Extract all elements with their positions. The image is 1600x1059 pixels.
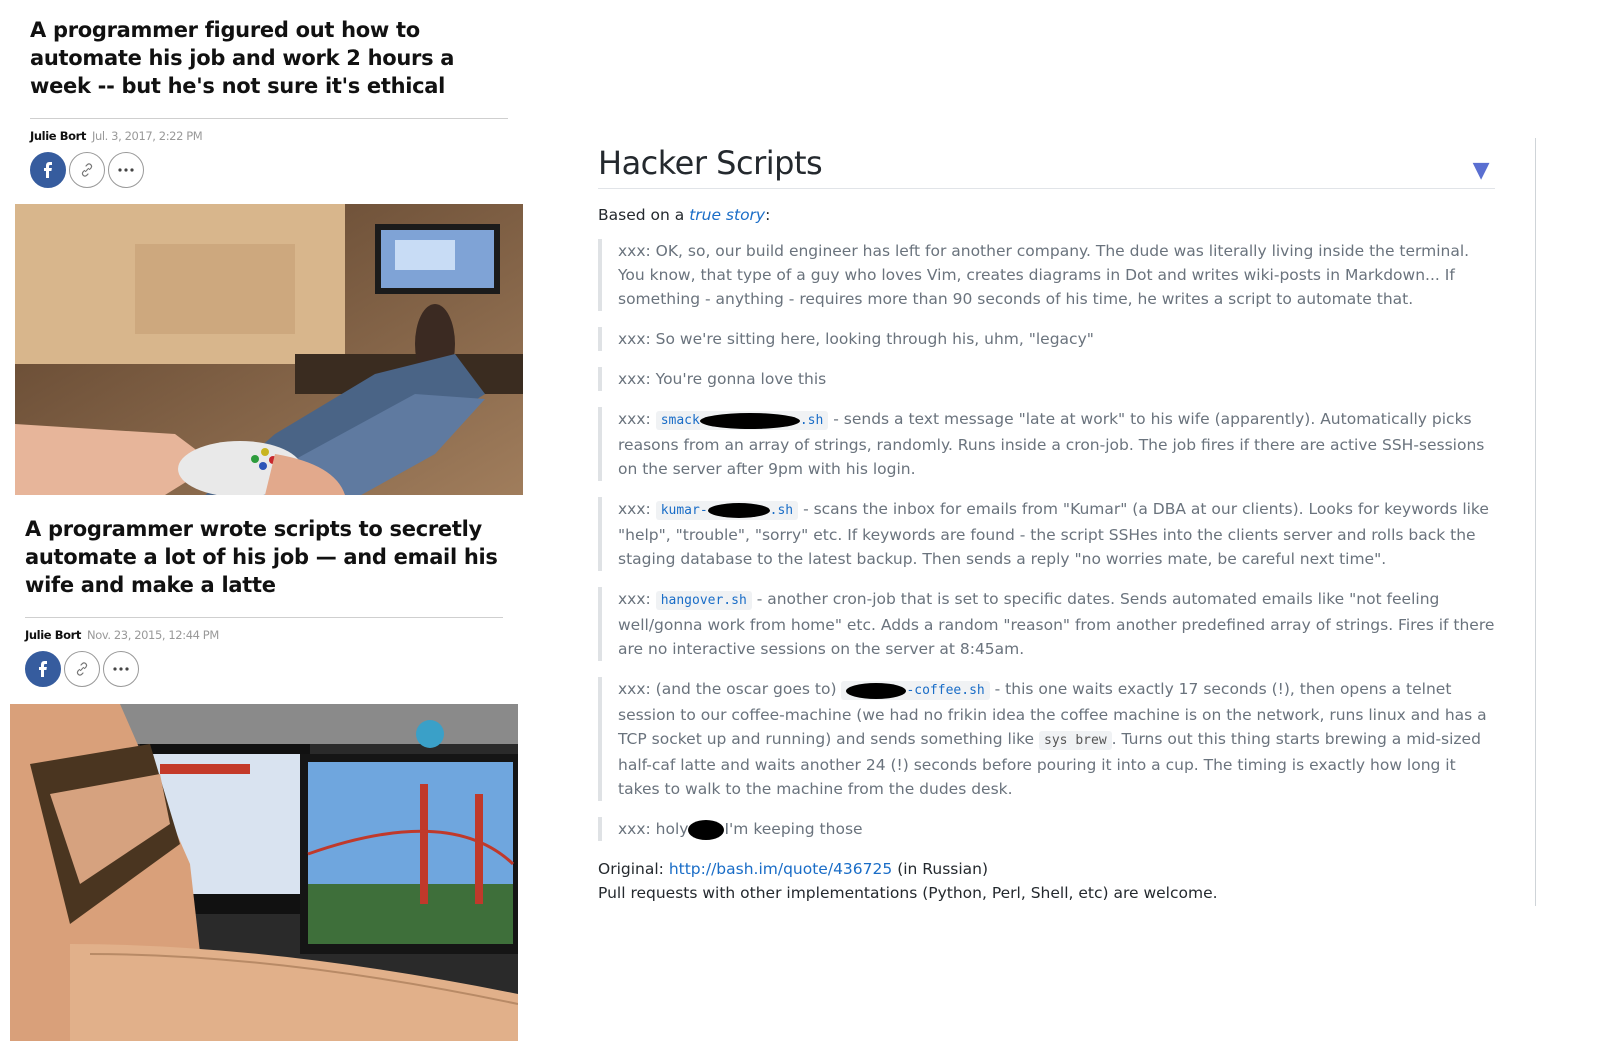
link-icon	[81, 163, 93, 177]
article-card-2: A programmer wrote scripts to secretly a…	[25, 515, 503, 687]
code-part: smack	[660, 413, 700, 428]
quote-prefix: xxx:	[618, 590, 651, 608]
quote-block-7: xxx: (and the oscar goes to) -coffee.sh …	[598, 677, 1495, 801]
photo-gamer-illustration	[15, 204, 523, 495]
facebook-icon	[44, 162, 52, 178]
facebook-share-button[interactable]	[30, 152, 66, 188]
quote-block-1: xxx: OK, so, our build engineer has left…	[598, 239, 1495, 311]
quote-block-3: xxx: You're gonna love this	[598, 367, 1495, 391]
original-language: (in Russian)	[897, 860, 989, 878]
quote-block-8: xxx: holy I'm keeping those	[598, 817, 1495, 841]
intro-prefix: Based on a	[598, 206, 685, 224]
quote-text: I'm keeping those	[724, 820, 863, 838]
original-link[interactable]: http://bash.im/quote/436725	[669, 860, 892, 878]
article-headline[interactable]: A programmer figured out how to automate…	[30, 16, 508, 100]
more-icon	[118, 168, 134, 172]
copy-link-button[interactable]	[64, 651, 100, 687]
article-photo-feet-on-desk[interactable]	[10, 704, 518, 1041]
pull-requests-note: Pull requests with other implementations…	[598, 884, 1218, 902]
quote-block-2: xxx: So we're sitting here, looking thro…	[598, 327, 1495, 351]
share-bar	[30, 152, 508, 188]
readme-panel: Hacker Scripts ▼ Based on a true story: …	[598, 138, 1495, 905]
script-name-kumar: kumar- .sh	[655, 501, 799, 520]
more-icon	[113, 667, 129, 671]
redaction-mark	[846, 682, 907, 699]
article-card-1: A programmer figured out how to automate…	[30, 16, 508, 188]
code-part: .sh	[769, 503, 794, 518]
sys-brew-command: sys brew	[1039, 731, 1112, 750]
facebook-share-button[interactable]	[25, 651, 61, 687]
photo-feet-illustration	[10, 704, 518, 1041]
redaction-mark	[688, 819, 725, 840]
original-label: Original:	[598, 860, 664, 878]
article-photo-gamer[interactable]	[15, 204, 523, 495]
more-options-button[interactable]	[103, 651, 139, 687]
intro-line: Based on a true story:	[598, 203, 1495, 227]
script-name-coffee: -coffee.sh	[841, 681, 990, 700]
intro-suffix: :	[765, 206, 771, 224]
author-name[interactable]: Julie Bort	[30, 129, 86, 143]
script-name-hangover: hangover.sh	[655, 591, 752, 610]
code-part: .sh	[799, 413, 824, 428]
collapse-toggle-icon[interactable]: ▼	[1473, 152, 1490, 190]
byline: Julie Bort Nov. 23, 2015, 12:44 PM	[25, 628, 503, 642]
quote-text: xxx: You're gonna love this	[618, 370, 827, 388]
quote-text: xxx: So we're sitting here, looking thro…	[618, 330, 1094, 348]
copy-link-button[interactable]	[69, 152, 105, 188]
quote-block-4: xxx: smack .sh - sends a text message "la…	[598, 407, 1495, 481]
author-name[interactable]: Julie Bort	[25, 628, 81, 642]
quote-prefix: xxx: holy	[618, 820, 689, 838]
facebook-icon	[39, 661, 47, 677]
quote-block-6: xxx: hangover.sh - another cron-job that…	[598, 587, 1495, 661]
readme-border	[1535, 138, 1536, 906]
more-options-button[interactable]	[108, 152, 144, 188]
article-headline[interactable]: A programmer wrote scripts to secretly a…	[25, 515, 503, 599]
byline: Julie Bort Jul. 3, 2017, 2:22 PM	[30, 129, 508, 143]
code-part: kumar-	[660, 503, 708, 518]
quote-prefix: xxx:	[618, 500, 651, 518]
quote-prefix: xxx: (and the oscar goes to)	[618, 680, 837, 698]
link-icon	[76, 662, 88, 676]
readme-title: Hacker Scripts ▼	[598, 138, 1495, 189]
divider	[25, 617, 503, 618]
quote-block-5: xxx: kumar- .sh - scans the inbox for ema…	[598, 497, 1495, 571]
script-name-smack: smack .sh	[655, 411, 829, 430]
quote-prefix: xxx:	[618, 410, 651, 428]
original-source: Original: http://bash.im/quote/436725 (i…	[598, 857, 1495, 905]
share-bar	[25, 651, 503, 687]
true-story-link[interactable]: true story	[689, 206, 765, 224]
publish-date: Nov. 23, 2015, 12:44 PM	[87, 628, 219, 642]
quote-text: xxx: OK, so, our build engineer has left…	[618, 242, 1470, 308]
redaction-mark	[699, 412, 800, 429]
redaction-mark	[707, 503, 770, 518]
readme-title-text: Hacker Scripts	[598, 144, 823, 182]
divider	[30, 118, 508, 119]
code-part: -coffee.sh	[906, 683, 985, 698]
publish-date: Jul. 3, 2017, 2:22 PM	[92, 129, 203, 143]
